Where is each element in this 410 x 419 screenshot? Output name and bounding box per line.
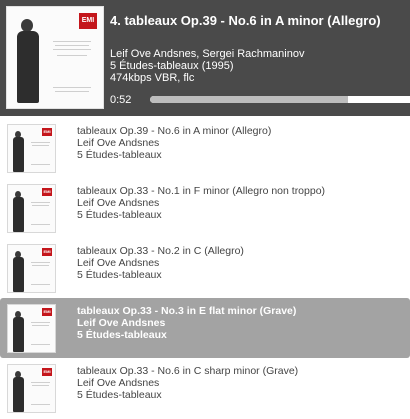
queue-item-artist: Leif Ove Andsnes (77, 137, 160, 149)
queue-item[interactable]: EMI tableaux Op.33 - No.6 in C sharp mino… (0, 358, 410, 418)
cover-text-line (53, 41, 91, 42)
cover-text-line (31, 322, 50, 323)
emi-logo: EMI (42, 248, 52, 256)
emi-logo: EMI (42, 128, 52, 136)
progress-bar[interactable] (150, 96, 410, 103)
emi-logo: EMI (42, 308, 52, 316)
cover-figure-body (17, 31, 39, 103)
cover-text-line (55, 91, 89, 92)
album-cover-art: EMI (8, 305, 55, 352)
now-playing-album: 5 Études-tableaux (1995) (110, 60, 234, 72)
queue-item-text: tableaux Op.33 - No.2 in C (Allegro) Leif… (77, 245, 407, 281)
queue-item-text: tableaux Op.33 - No.6 in C sharp minor (… (77, 365, 407, 401)
now-playing-artists: Leif Ove Andsnes, Sergei Rachmaninov (110, 48, 305, 60)
queue-item-title: tableaux Op.39 - No.6 in A minor (Allegr… (77, 125, 272, 137)
emi-logo: EMI (42, 368, 52, 376)
queue-item-title: tableaux Op.33 - No.2 in C (Allegro) (77, 245, 244, 257)
album-thumbnail-icon: EMI (7, 124, 56, 173)
cover-figure-body (13, 317, 24, 352)
progress-bar-fill (150, 96, 348, 103)
cover-text-line (31, 404, 50, 405)
queue-item-title: tableaux Op.33 - No.6 in C sharp minor (… (77, 365, 299, 377)
cover-text-line (31, 224, 50, 225)
cover-text-line (31, 284, 50, 285)
cover-text-line (31, 344, 50, 345)
queue-item-album: 5 Études-tableaux (77, 209, 162, 221)
album-cover-art: EMI (7, 7, 103, 108)
cover-text-line (31, 142, 50, 143)
cover-text-line (53, 87, 91, 88)
queue-item-album: 5 Études-tableaux (77, 329, 167, 341)
album-cover-art: EMI (8, 245, 55, 292)
queue-item[interactable]: EMI tableaux Op.39 - No.6 in A minor (All… (0, 118, 410, 178)
cover-text-line (31, 164, 50, 165)
now-playing-format: 474kbps VBR, flc (110, 72, 195, 84)
cover-text-line (55, 45, 89, 46)
queue-item-artist: Leif Ove Andsnes (77, 197, 160, 209)
cover-text-line (31, 202, 50, 203)
queue-item-album: 5 Études-tableaux (77, 269, 162, 281)
queue-item-artist: Leif Ove Andsnes (77, 257, 160, 269)
queue-item-text: tableaux Op.33 - No.3 in E flat minor (G… (77, 305, 407, 341)
album-cover-art: EMI (8, 365, 55, 412)
album-thumbnail-icon: EMI (7, 244, 56, 293)
cover-figure-body (13, 137, 24, 172)
cover-text-line (53, 49, 91, 50)
album-thumbnail-icon: EMI (7, 304, 56, 353)
emi-logo: EMI (42, 188, 52, 196)
queue-item-text: tableaux Op.33 - No.1 in F minor (Allegr… (77, 185, 407, 221)
play-queue: EMI tableaux Op.39 - No.6 in A minor (All… (0, 118, 410, 418)
cover-figure-body (13, 257, 24, 292)
album-thumbnail-icon: EMI (7, 364, 56, 413)
cover-text-line (32, 385, 49, 386)
cover-text-line (31, 382, 50, 383)
album-cover-art: EMI (8, 125, 55, 172)
album-thumbnail-icon: EMI (7, 184, 56, 233)
queue-item-text: tableaux Op.39 - No.6 in A minor (Allegr… (77, 125, 407, 161)
queue-item-artist: Leif Ove Andsnes (77, 317, 166, 329)
emi-logo: EMI (79, 13, 97, 29)
cover-text-line (32, 145, 49, 146)
queue-item[interactable]: EMI tableaux Op.33 - No.3 in E flat minor… (0, 298, 410, 358)
queue-item-title: tableaux Op.33 - No.1 in F minor (Allegr… (77, 185, 326, 197)
now-playing-panel: EMI 4. tableaux Op.39 - No.6 in A minor … (0, 0, 410, 116)
now-playing-title: 4. tableaux Op.39 - No.6 in A minor (All… (110, 13, 381, 28)
cover-text-line (57, 55, 87, 56)
cover-text-line (32, 265, 49, 266)
cover-figure-body (13, 197, 24, 232)
cover-text-line (31, 262, 50, 263)
album-cover-art: EMI (8, 185, 55, 232)
queue-item[interactable]: EMI tableaux Op.33 - No.2 in C (Allegro) L… (0, 238, 410, 298)
queue-item-album: 5 Études-tableaux (77, 149, 162, 161)
cover-figure-body (13, 377, 24, 412)
queue-item-artist: Leif Ove Andsnes (77, 377, 160, 389)
queue-item[interactable]: EMI tableaux Op.33 - No.1 in F minor (All… (0, 178, 410, 238)
cover-text-line (32, 325, 49, 326)
cover-text-line (32, 205, 49, 206)
queue-item-title: tableaux Op.33 - No.3 in E flat minor (G… (77, 305, 297, 317)
elapsed-time: 0:52 (110, 94, 132, 106)
album-cover-icon[interactable]: EMI (6, 6, 104, 109)
queue-item-album: 5 Études-tableaux (77, 389, 162, 401)
